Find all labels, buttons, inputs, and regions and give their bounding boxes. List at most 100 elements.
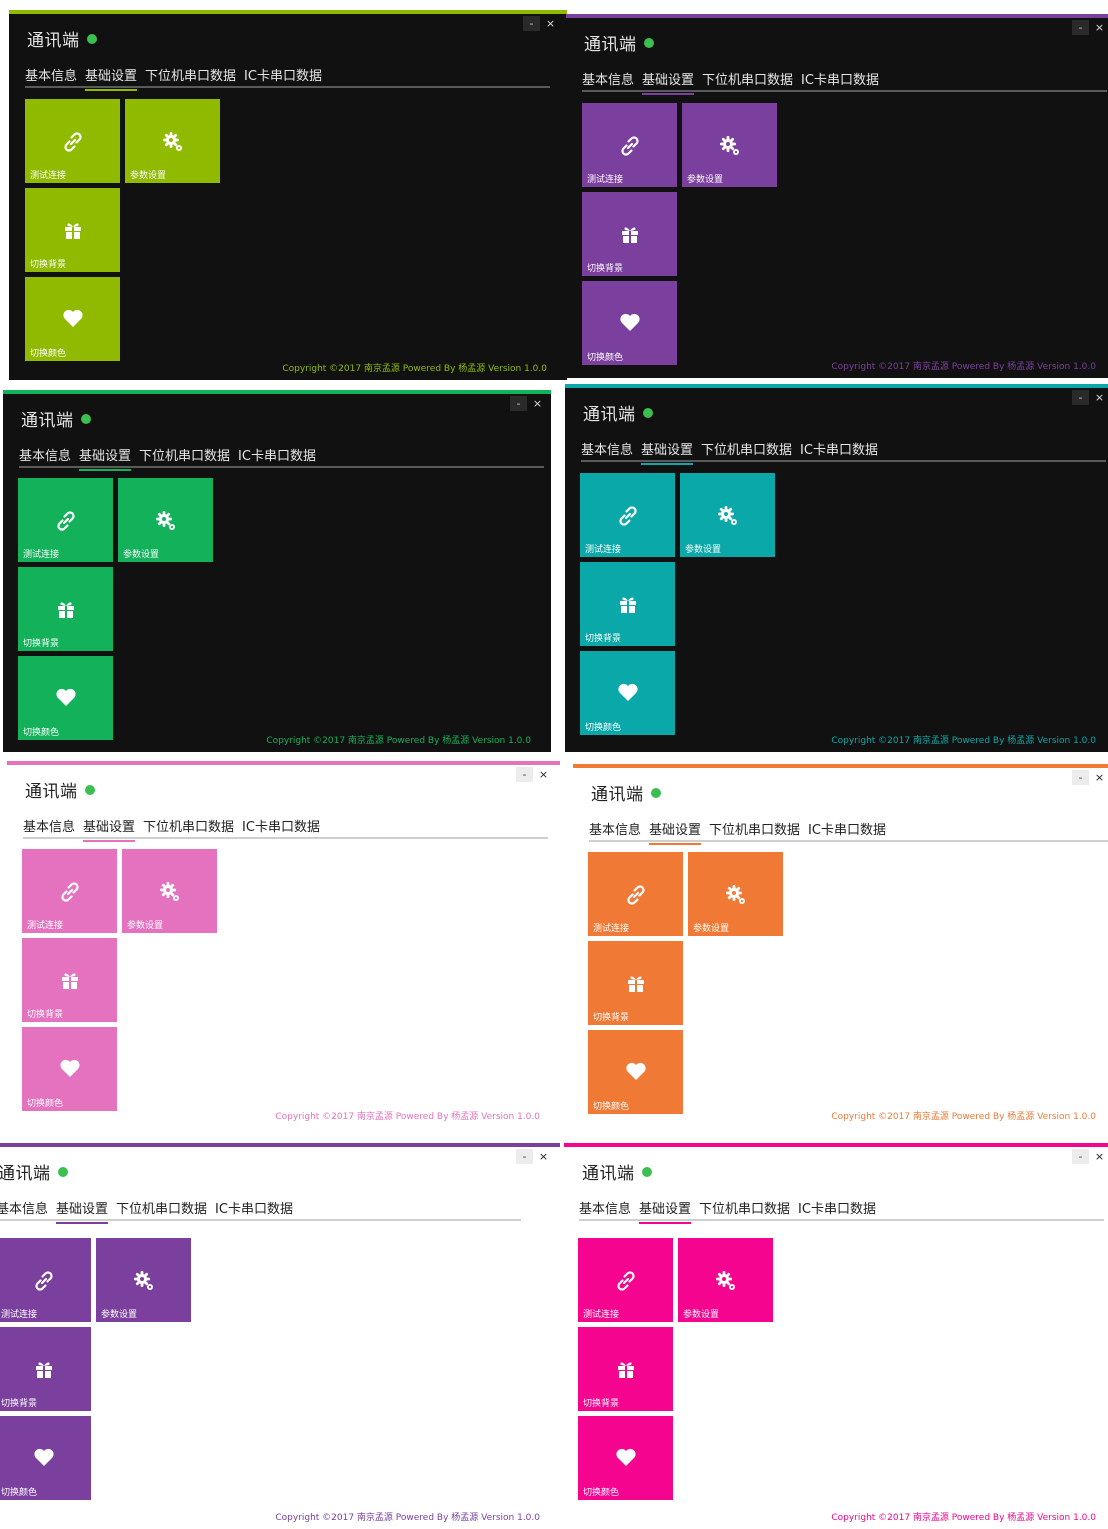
title-bar: 通讯端 — [27, 26, 97, 51]
tile-0[interactable]: 测试连接 — [588, 852, 683, 936]
close-button[interactable]: × — [1091, 20, 1108, 35]
tab-divider — [581, 460, 1106, 462]
tile-3[interactable]: 切换颜色 — [18, 656, 113, 740]
gear-icon — [125, 129, 220, 159]
heart-icon — [0, 1446, 91, 1472]
tile-0[interactable]: 测试连接 — [18, 478, 113, 562]
tile-0[interactable]: 测试连接 — [0, 1238, 91, 1322]
app-title: 通讯端 — [591, 785, 644, 805]
tile-label: 参数设置 — [101, 1310, 138, 1320]
tile-3[interactable]: 切换颜色 — [22, 1027, 117, 1111]
tile-label: 参数设置 — [123, 550, 160, 560]
minimize-button[interactable]: - — [523, 16, 540, 31]
copyright-footer: Copyright ©2017 南京孟源 Powered By 杨孟源 Vers… — [282, 364, 547, 374]
tile-label: 参数设置 — [127, 921, 164, 931]
status-dot — [84, 784, 95, 795]
heart-icon — [588, 1060, 683, 1086]
title-bar: 通讯端 — [583, 400, 653, 425]
heart-icon — [582, 311, 677, 337]
link-icon — [582, 133, 677, 163]
gift-icon — [22, 968, 117, 996]
status-dot — [643, 37, 654, 48]
minimize-button[interactable]: - — [510, 396, 527, 411]
close-button[interactable]: × — [1091, 770, 1108, 785]
tile-1[interactable]: 参数设置 — [118, 478, 213, 562]
app-window-5: 通讯端 - × 基本信息 基础设置 下位机串口数据 IC卡串口数据 测试连接 参数设置… — [7, 761, 560, 1128]
close-button[interactable]: × — [1091, 1149, 1108, 1164]
tile-1[interactable]: 参数设置 — [680, 473, 775, 557]
gear-icon — [680, 503, 775, 533]
tile-3[interactable]: 切换颜色 — [0, 1416, 91, 1500]
tile-label: 切换背景 — [1, 1399, 38, 1409]
app-title: 通讯端 — [21, 411, 74, 431]
tile-1[interactable]: 参数设置 — [678, 1238, 773, 1322]
tile-2[interactable]: 切换背景 — [22, 938, 117, 1022]
gift-icon — [18, 597, 113, 625]
minimize-button[interactable]: - — [516, 1149, 533, 1164]
close-button[interactable]: × — [542, 16, 559, 31]
link-icon — [580, 503, 675, 533]
heart-icon — [578, 1446, 673, 1472]
app-window-1: 通讯端 - × 基本信息 基础设置 下位机串口数据 IC卡串口数据 测试连接 参数设置… — [9, 10, 567, 380]
window-controls: - × — [1070, 770, 1108, 785]
tile-2[interactable]: 切换背景 — [580, 562, 675, 646]
window-controls: - × — [1070, 20, 1108, 35]
tile-3[interactable]: 切换颜色 — [582, 281, 677, 365]
tile-1[interactable]: 参数设置 — [125, 99, 220, 183]
tile-3[interactable]: 切换颜色 — [580, 651, 675, 735]
copyright-footer: Copyright ©2017 南京孟源 Powered By 杨孟源 Vers… — [831, 736, 1096, 746]
tile-label: 切换颜色 — [30, 349, 67, 359]
status-dot — [642, 407, 653, 418]
tile-2[interactable]: 切换背景 — [582, 192, 677, 276]
tab-divider — [0, 1219, 521, 1221]
close-button[interactable]: × — [535, 767, 552, 782]
minimize-button[interactable]: - — [516, 767, 533, 782]
minimize-button[interactable]: - — [1072, 770, 1089, 785]
gear-icon — [682, 133, 777, 163]
copyright-footer: Copyright ©2017 南京孟源 Powered By 杨孟源 Vers… — [831, 362, 1096, 372]
tile-label: 切换背景 — [585, 634, 622, 644]
heart-icon — [18, 686, 113, 712]
link-icon — [0, 1268, 91, 1298]
gear-icon — [96, 1268, 191, 1298]
tile-label: 切换颜色 — [593, 1102, 630, 1112]
gear-icon — [118, 508, 213, 538]
tile-2[interactable]: 切换背景 — [0, 1327, 91, 1411]
tile-1[interactable]: 参数设置 — [122, 849, 217, 933]
tile-2[interactable]: 切换背景 — [588, 941, 683, 1025]
close-button[interactable]: × — [535, 1149, 552, 1164]
app-title: 通讯端 — [0, 1164, 51, 1184]
close-button[interactable]: × — [529, 396, 546, 411]
tile-3[interactable]: 切换颜色 — [578, 1416, 673, 1500]
tile-0[interactable]: 测试连接 — [580, 473, 675, 557]
minimize-button[interactable]: - — [1072, 20, 1089, 35]
gift-icon — [578, 1357, 673, 1385]
tile-label: 参数设置 — [693, 924, 730, 934]
tile-1[interactable]: 参数设置 — [688, 852, 783, 936]
tile-3[interactable]: 切换颜色 — [25, 277, 120, 361]
window-controls: - × — [514, 1149, 552, 1164]
heart-icon — [580, 681, 675, 707]
title-bar: 通讯端 — [21, 406, 91, 431]
minimize-button[interactable]: - — [1072, 1149, 1089, 1164]
window-controls: - × — [521, 16, 559, 31]
tile-0[interactable]: 测试连接 — [582, 103, 677, 187]
copyright-footer: Copyright ©2017 南京孟源 Powered By 杨孟源 Vers… — [275, 1513, 540, 1523]
heart-icon — [22, 1057, 117, 1083]
tile-2[interactable]: 切换背景 — [18, 567, 113, 651]
tile-2[interactable]: 切换背景 — [578, 1327, 673, 1411]
tile-0[interactable]: 测试连接 — [578, 1238, 673, 1322]
tile-0[interactable]: 测试连接 — [22, 849, 117, 933]
tile-3[interactable]: 切换颜色 — [588, 1030, 683, 1114]
tile-1[interactable]: 参数设置 — [682, 103, 777, 187]
title-bar: 通讯端 — [0, 1159, 68, 1184]
minimize-button[interactable]: - — [1072, 390, 1089, 405]
close-button[interactable]: × — [1091, 390, 1108, 405]
tile-1[interactable]: 参数设置 — [96, 1238, 191, 1322]
tile-2[interactable]: 切换背景 — [25, 188, 120, 272]
copyright-footer: Copyright ©2017 南京孟源 Powered By 杨孟源 Vers… — [831, 1513, 1096, 1523]
tile-label: 切换背景 — [583, 1399, 620, 1409]
tile-0[interactable]: 测试连接 — [25, 99, 120, 183]
window-controls: - × — [1070, 1149, 1108, 1164]
link-icon — [18, 508, 113, 538]
